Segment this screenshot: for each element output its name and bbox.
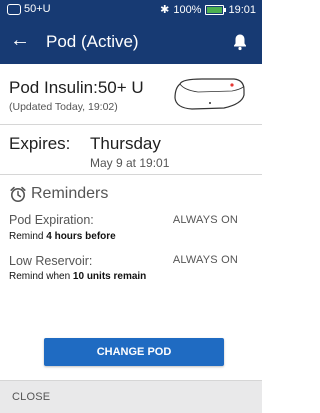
page-title: Pod (Active) — [46, 32, 139, 51]
app-bar: ← Pod (Active) — [0, 20, 262, 64]
reminder-low-reservoir-name: Low Reservoir: — [9, 254, 93, 268]
pod-status-icon — [7, 3, 21, 15]
reminder-pod-expiration-name: Pod Expiration: — [9, 213, 94, 227]
reminders-heading-text: Reminders — [31, 185, 109, 202]
reminder-pod-expiration-detail: Remind 4 hours before — [9, 231, 116, 242]
close-button[interactable]: CLOSE — [12, 391, 50, 403]
reminders-heading: Reminders — [9, 185, 108, 203]
battery-percent: 100% — [173, 3, 202, 16]
status-right: ✱ 100% 19:01 — [160, 3, 256, 17]
pod-illustration-icon — [174, 78, 245, 110]
pod-insulin-section: Pod Insulin:50+ U (Updated Today, 19:02) — [0, 64, 262, 125]
reminder-low-reservoir-status: ALWAYS ON — [172, 254, 238, 266]
expires-section: Expires: Thursday May 9 at 19:01 — [0, 124, 262, 175]
pod-screen: 50+U ✱ 100% 19:01 ← Pod (Active) Pod Ins… — [0, 0, 262, 413]
battery-icon — [205, 4, 227, 15]
footer-bar: CLOSE — [0, 380, 262, 413]
expires-date: May 9 at 19:01 — [90, 156, 170, 170]
pod-insulin-updated: (Updated Today, 19:02) — [9, 101, 118, 113]
reminder-low-reservoir-detail: Remind when 10 units remain — [9, 271, 147, 282]
status-left: 50+U — [7, 3, 51, 15]
change-pod-button[interactable]: CHANGE POD — [44, 338, 224, 366]
expires-day: Thursday — [90, 134, 161, 153]
expires-label: Expires: — [9, 134, 71, 153]
status-bar: 50+U ✱ 100% 19:01 — [0, 0, 262, 20]
bluetooth-icon: ✱ — [160, 4, 170, 16]
back-arrow-icon[interactable]: ← — [10, 30, 30, 50]
alarm-clock-icon — [10, 186, 26, 202]
pod-insulin-title: Pod Insulin:50+ U — [9, 78, 144, 97]
bell-icon[interactable] — [232, 33, 248, 51]
status-insulin-text: 50+U — [24, 3, 51, 15]
reminder-pod-expiration-status: ALWAYS ON — [172, 214, 238, 226]
status-time: 19:01 — [228, 3, 256, 16]
